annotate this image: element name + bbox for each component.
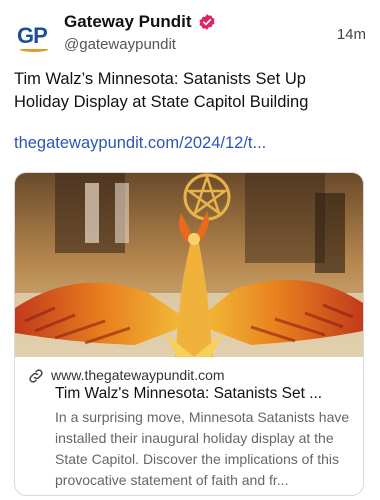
name-row: Gateway Pundit bbox=[64, 12, 216, 32]
avatar-swoosh bbox=[20, 47, 48, 52]
card-description: In a surprising move, Minnesota Satanist… bbox=[55, 409, 350, 488]
account-handle[interactable]: @gatewaypundit bbox=[64, 36, 176, 53]
card-image bbox=[15, 173, 363, 357]
link-preview-card[interactable]: www.thegatewaypundit.com Tim Walz's Minn… bbox=[14, 172, 364, 496]
post-header: GP Gateway Pundit @gatewaypundit 14m bbox=[14, 12, 366, 56]
card-title[interactable]: Tim Walz's Minnesota: Satanists Set ... bbox=[55, 385, 351, 403]
verified-badge-icon bbox=[198, 13, 216, 31]
post-timestamp: 14m bbox=[336, 26, 366, 43]
card-domain: www.thegatewaypundit.com bbox=[51, 367, 225, 383]
link-icon bbox=[27, 367, 43, 383]
avatar[interactable]: GP bbox=[14, 16, 52, 54]
card-body: www.thegatewaypundit.com Tim Walz's Minn… bbox=[15, 357, 363, 495]
avatar-logo-text: GP bbox=[17, 23, 48, 48]
post-text: Tim Walz’s Minnesota: Satanists Set Up H… bbox=[14, 70, 309, 111]
post-link[interactable]: thegatewaypundit.com/2024/12/t... bbox=[14, 134, 364, 153]
domain-row: www.thegatewaypundit.com bbox=[27, 367, 351, 383]
account-name[interactable]: Gateway Pundit bbox=[64, 12, 192, 32]
